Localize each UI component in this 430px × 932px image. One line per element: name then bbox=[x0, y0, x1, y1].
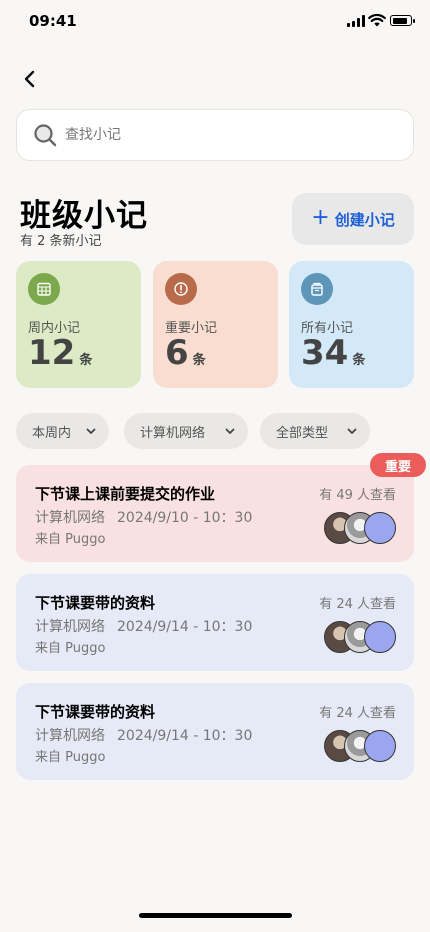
stat-value: 12 条 bbox=[28, 333, 93, 373]
archive-icon bbox=[301, 273, 333, 305]
note-course: 计算机网络 bbox=[35, 728, 105, 744]
create-note-button[interactable]: + 创建小记 bbox=[292, 193, 414, 245]
note-views: 有 24 人查看 bbox=[319, 597, 396, 612]
filter-label: 全部类型 bbox=[276, 425, 329, 441]
note-time: 2024/9/14 - 10：30 bbox=[117, 619, 253, 635]
search-input[interactable] bbox=[65, 127, 365, 143]
status-time: 09:41 bbox=[29, 12, 77, 30]
note-course: 计算机网络 bbox=[35, 619, 105, 635]
avatar bbox=[364, 621, 396, 653]
app-screen: 09:41 班级小记 有 2 条新小记 + 创建小记 bbox=[0, 0, 430, 932]
filter-label: 本周内 bbox=[32, 425, 72, 441]
back-button[interactable] bbox=[16, 65, 44, 93]
note-title: 下节课上课前要提交的作业 bbox=[35, 485, 216, 503]
viewer-avatars bbox=[324, 512, 398, 544]
filter-time-range[interactable]: 本周内 bbox=[16, 413, 109, 449]
note-course: 计算机网络 bbox=[35, 510, 105, 526]
filter-type[interactable]: 全部类型 bbox=[260, 413, 370, 449]
chevron-left-icon bbox=[24, 70, 35, 88]
page-title: 班级小记 bbox=[20, 198, 148, 234]
calendar-icon bbox=[28, 273, 60, 305]
chevron-down-icon bbox=[86, 428, 96, 434]
note-card[interactable]: 下节课上课前要提交的作业 计算机网络 2024/9/10 - 10：30 来自 P… bbox=[16, 465, 414, 562]
chevron-down-icon bbox=[347, 428, 357, 434]
stat-card-important[interactable]: 重要小记 6条 bbox=[153, 261, 278, 388]
status-bar: 09:41 bbox=[0, 0, 430, 44]
create-note-label: 创建小记 bbox=[334, 210, 395, 229]
note-card[interactable]: 下节课要带的资料 计算机网络 2024/9/14 - 10：30 来自 Puggo… bbox=[16, 574, 414, 671]
stat-card-all[interactable]: 所有小记 34 条 bbox=[289, 261, 414, 388]
note-meta: 计算机网络 2024/9/14 - 10：30 bbox=[35, 725, 252, 745]
chevron-down-icon bbox=[225, 428, 235, 434]
battery-level bbox=[392, 17, 407, 24]
note-title: 下节课要带的资料 bbox=[35, 594, 156, 612]
note-title: 下节课要带的资料 bbox=[35, 703, 156, 721]
page-subtitle: 有 2 条新小记 bbox=[20, 234, 102, 249]
stat-value: 34 条 bbox=[301, 333, 366, 373]
alert-icon bbox=[165, 273, 197, 305]
wifi-icon bbox=[368, 13, 386, 27]
filter-label: 计算机网络 bbox=[140, 425, 206, 441]
note-time: 2024/9/14 - 10：30 bbox=[117, 728, 253, 744]
note-source: 来自 Puggo bbox=[35, 641, 106, 656]
important-badge: 重要 bbox=[370, 453, 426, 477]
viewer-avatars bbox=[324, 621, 398, 653]
note-meta: 计算机网络 2024/9/14 - 10：30 bbox=[35, 616, 252, 636]
note-time: 2024/9/10 - 10：30 bbox=[117, 510, 253, 526]
stat-value: 6条 bbox=[165, 333, 206, 373]
filter-course[interactable]: 计算机网络 bbox=[124, 413, 248, 449]
note-views: 有 49 人查看 bbox=[319, 488, 396, 503]
avatar bbox=[364, 730, 396, 762]
search-icon bbox=[34, 124, 57, 147]
note-card[interactable]: 下节课要带的资料 计算机网络 2024/9/14 - 10：30 来自 Puggo… bbox=[16, 683, 414, 780]
search-box[interactable] bbox=[16, 109, 414, 161]
note-meta: 计算机网络 2024/9/10 - 10：30 bbox=[35, 507, 252, 527]
note-views: 有 24 人查看 bbox=[319, 706, 396, 721]
cellular-signal-icon bbox=[347, 15, 365, 27]
avatar bbox=[364, 512, 396, 544]
home-indicator[interactable] bbox=[139, 913, 292, 918]
plus-icon: + bbox=[311, 205, 330, 230]
battery-icon bbox=[390, 15, 415, 26]
note-source: 来自 Puggo bbox=[35, 532, 106, 547]
viewer-avatars bbox=[324, 730, 398, 762]
note-source: 来自 Puggo bbox=[35, 750, 106, 765]
stat-card-weekly[interactable]: 周内小记 12 条 bbox=[16, 261, 141, 388]
